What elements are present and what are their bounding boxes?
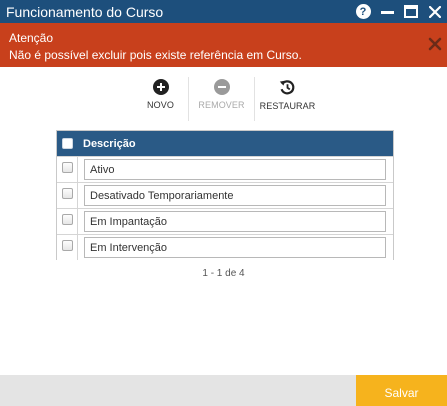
- maximize-button[interactable]: [399, 0, 423, 23]
- description-input[interactable]: [84, 185, 386, 206]
- row-checkbox-cell: [57, 235, 78, 260]
- table-row: [57, 156, 393, 182]
- select-all-cell: [57, 131, 78, 156]
- close-icon: [429, 5, 441, 18]
- grid-header: Descrição: [57, 131, 393, 156]
- window-title: Funcionamento do Curso: [6, 3, 164, 20]
- minimize-icon: [380, 11, 394, 14]
- footer-bar: Salvar: [0, 375, 447, 406]
- select-all-checkbox[interactable]: [62, 138, 73, 149]
- row-checkbox-cell: [57, 157, 78, 182]
- remover-label: REMOVER: [198, 100, 245, 110]
- description-input[interactable]: [84, 159, 386, 180]
- row-checkbox[interactable]: [61, 214, 73, 225]
- table-row: [57, 234, 393, 260]
- row-checkbox[interactable]: [61, 240, 73, 251]
- window-titlebar: Funcionamento do Curso ?: [0, 0, 447, 23]
- description-input[interactable]: [84, 211, 386, 232]
- records-grid: Descrição: [56, 130, 394, 260]
- close-window-button[interactable]: [423, 0, 447, 23]
- description-input[interactable]: [84, 237, 386, 258]
- row-checkbox[interactable]: [61, 188, 73, 199]
- alert-message: Não é possível excluir pois existe refer…: [9, 48, 302, 62]
- description-cell: [78, 183, 393, 208]
- plus-icon: [152, 79, 169, 95]
- description-cell: [78, 235, 393, 260]
- help-icon: ?: [355, 4, 371, 19]
- close-icon: [428, 37, 442, 51]
- description-cell: [78, 209, 393, 234]
- row-checkbox-cell: [57, 209, 78, 234]
- alert-title: Atenção: [9, 31, 54, 45]
- row-checkbox-cell: [57, 183, 78, 208]
- restaurar-button[interactable]: RESTAURAR: [255, 76, 320, 122]
- toolbar: NOVO REMOVER RESTAURAR: [133, 76, 320, 122]
- window-controls: ?: [351, 0, 447, 23]
- maximize-icon: [404, 5, 418, 18]
- restore-icon: [279, 80, 295, 95]
- alert-close-button[interactable]: [427, 36, 443, 52]
- novo-button[interactable]: NOVO: [133, 76, 188, 122]
- pagination-info: 1 - 1 de 4: [202, 268, 245, 279]
- novo-label: NOVO: [147, 100, 174, 110]
- minus-icon: [213, 79, 230, 95]
- column-header-descricao[interactable]: Descrição: [78, 138, 136, 150]
- description-cell: [78, 157, 393, 182]
- row-checkbox[interactable]: [61, 162, 73, 173]
- minimize-button[interactable]: [375, 0, 399, 23]
- table-row: [57, 208, 393, 234]
- restaurar-label: RESTAURAR: [259, 101, 316, 111]
- table-row: [57, 182, 393, 208]
- help-button[interactable]: ?: [351, 0, 375, 23]
- save-button[interactable]: Salvar: [356, 375, 447, 406]
- remover-button[interactable]: REMOVER: [189, 76, 254, 122]
- error-alert: Atenção Não é possível excluir pois exis…: [0, 23, 447, 67]
